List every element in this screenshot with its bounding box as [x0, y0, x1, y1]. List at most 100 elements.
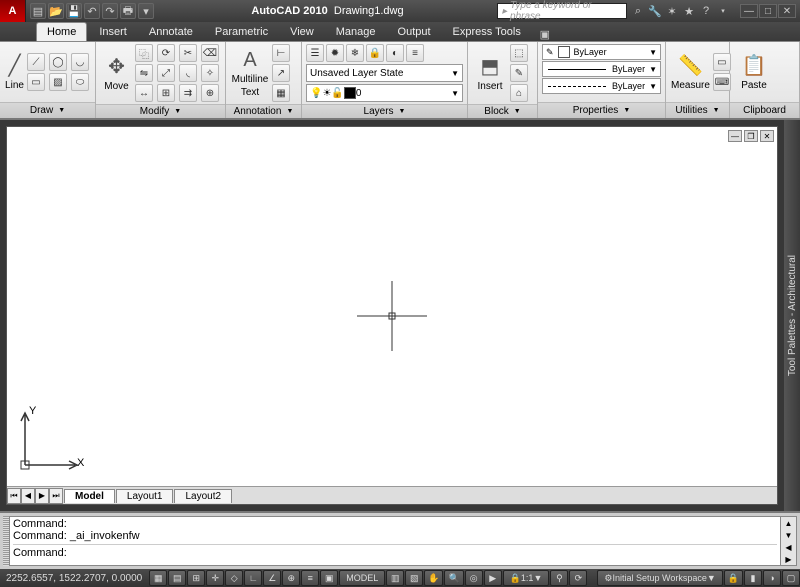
qat-redo-icon[interactable]: ↷ — [102, 3, 118, 19]
layer-off-icon[interactable]: ✹ — [326, 44, 344, 62]
table-icon[interactable]: ▦ — [272, 84, 290, 102]
search-input[interactable]: ▸Type a keyword or phrase — [497, 3, 627, 19]
app-menu-button[interactable]: A — [0, 0, 26, 22]
model-paper-toggle[interactable]: MODEL — [339, 570, 385, 586]
line-button[interactable]: ╱Line — [4, 44, 25, 100]
command-prompt[interactable]: Command: — [13, 544, 777, 559]
qat-open-icon[interactable]: 📂 — [48, 3, 64, 19]
layer-match-icon[interactable]: ≡ — [406, 44, 424, 62]
anno-auto-icon[interactable]: ⟳ — [569, 570, 587, 586]
doc-close-button[interactable]: ✕ — [760, 130, 774, 142]
hatch-icon[interactable]: ▨ — [49, 73, 67, 91]
layout-tab-model[interactable]: Model — [64, 489, 115, 503]
measure-button[interactable]: 📏Measure — [670, 44, 711, 100]
move-button[interactable]: ✥Move — [100, 45, 133, 101]
command-scroll-down[interactable]: ▼ — [781, 529, 796, 541]
snap-toggle[interactable]: ▦ — [149, 570, 167, 586]
layout-first-button[interactable]: ⏮ — [7, 488, 21, 504]
infocenter-icon[interactable]: ⌕ — [631, 4, 645, 18]
quickview-layouts-icon[interactable]: ▥ — [386, 570, 404, 586]
erase-icon[interactable]: ⌫ — [201, 44, 219, 62]
anno-scale-icon[interactable]: 🔒 1:1▼ — [503, 570, 550, 586]
layout-prev-button[interactable]: ◀ — [21, 488, 35, 504]
coordinates-readout[interactable]: 2252.6557, 1522.2707, 0.0000 — [0, 573, 148, 584]
copy-icon[interactable]: ⿻ — [135, 44, 153, 62]
toolbar-lock-icon[interactable]: 🔒 — [724, 570, 743, 586]
calc-icon[interactable]: ⌨ — [713, 73, 731, 91]
tab-parametric[interactable]: Parametric — [205, 23, 278, 41]
qat-print-icon[interactable]: 🖶 — [120, 3, 136, 19]
osnap-toggle[interactable]: ◇ — [225, 570, 243, 586]
join-icon[interactable]: ⊕ — [201, 84, 219, 102]
hardware-accel-icon[interactable]: ▮ — [744, 570, 762, 586]
layout-tab-layout2[interactable]: Layout2 — [174, 489, 232, 503]
panel-modify-title[interactable]: Modify▼ — [96, 104, 225, 118]
tab-express-tools[interactable]: Express Tools — [443, 23, 531, 41]
command-scroll-left[interactable]: ◀ — [781, 541, 796, 553]
help-icon[interactable]: ? — [699, 4, 713, 18]
create-block-icon[interactable]: ⬚ — [510, 44, 528, 62]
tab-overflow-icon[interactable]: ▣ — [537, 27, 553, 41]
insert-button[interactable]: ⬒Insert — [472, 45, 508, 101]
command-text[interactable]: Command: Command: _ai_invokenfw Command: — [9, 516, 781, 566]
steering-wheel-icon[interactable]: ◎ — [465, 570, 483, 586]
lineweight-dropdown[interactable]: ByLayer▼ — [542, 61, 661, 77]
block-attr-icon[interactable]: ⌂ — [510, 84, 528, 102]
qat-save-icon[interactable]: 💾 — [66, 3, 82, 19]
ortho-toggle[interactable]: ⊞ — [187, 570, 205, 586]
tool-palettes-bar[interactable]: Tool Palettes - Architectural — [784, 120, 800, 511]
layer-props-icon[interactable]: ☰ — [306, 44, 324, 62]
rotate-icon[interactable]: ⟳ — [157, 44, 175, 62]
paste-button[interactable]: 📋Paste — [734, 44, 774, 100]
ellipse-icon[interactable]: ⬭ — [71, 73, 89, 91]
qat-new-icon[interactable]: ▤ — [30, 3, 46, 19]
trim-icon[interactable]: ✂ — [179, 44, 197, 62]
ducs-toggle[interactable]: ∠ — [263, 570, 281, 586]
zoom-icon[interactable]: 🔍 — [444, 570, 463, 586]
edit-block-icon[interactable]: ✎ — [510, 64, 528, 82]
anno-visibility-icon[interactable]: ⚲ — [550, 570, 568, 586]
isolate-objects-icon[interactable]: ◑ — [763, 570, 781, 586]
rectangle-icon[interactable]: ▭ — [27, 73, 45, 91]
dimension-icon[interactable]: ⊢ — [272, 44, 290, 62]
drawing-canvas[interactable]: — ❐ ✕ Y X ⏮ ◀ ▶ ⏭ Model — [6, 126, 778, 505]
tab-annotate[interactable]: Annotate — [139, 23, 203, 41]
select-icon[interactable]: ▭ — [713, 53, 731, 71]
minimize-button[interactable]: — — [740, 4, 758, 18]
qat-undo-icon[interactable]: ↶ — [84, 3, 100, 19]
tab-insert[interactable]: Insert — [89, 23, 137, 41]
panel-properties-title[interactable]: Properties▼ — [538, 102, 665, 118]
dyn-toggle[interactable]: ⊕ — [282, 570, 300, 586]
fillet-icon[interactable]: ◟ — [179, 64, 197, 82]
layer-current-dropdown[interactable]: 💡 ☀ 🔓 0▼ — [306, 84, 463, 102]
layer-lock-icon[interactable]: 🔒 — [366, 44, 384, 62]
grid-toggle[interactable]: ▤ — [168, 570, 186, 586]
close-button[interactable]: ✕ — [778, 4, 796, 18]
tab-view[interactable]: View — [280, 23, 324, 41]
offset-icon[interactable]: ⇉ — [179, 84, 197, 102]
leader-icon[interactable]: ↗ — [272, 64, 290, 82]
color-dropdown[interactable]: ✎ByLayer▼ — [542, 44, 661, 60]
command-scroll-up[interactable]: ▲ — [781, 517, 796, 529]
polar-toggle[interactable]: ✛ — [206, 570, 224, 586]
clean-screen-icon[interactable]: ▢ — [782, 570, 800, 586]
doc-minimize-button[interactable]: — — [728, 130, 742, 142]
layer-state-dropdown[interactable]: Unsaved Layer State▼ — [306, 64, 463, 82]
panel-utilities-title[interactable]: Utilities▼ — [666, 102, 729, 118]
panel-clipboard-title[interactable]: Clipboard — [730, 102, 799, 118]
showmotion-icon[interactable]: ▶ — [484, 570, 502, 586]
tab-home[interactable]: Home — [36, 22, 87, 41]
layer-freeze-icon[interactable]: ❄ — [346, 44, 364, 62]
otrack-toggle[interactable]: ∟ — [244, 570, 262, 586]
panel-layers-title[interactable]: Layers▼ — [302, 104, 467, 118]
help-dropdown-icon[interactable]: ▾ — [716, 4, 730, 18]
panel-annotation-title[interactable]: Annotation▼ — [226, 104, 301, 118]
array-icon[interactable]: ⊞ — [157, 84, 175, 102]
panel-block-title[interactable]: Block▼ — [468, 104, 537, 118]
quickview-drawings-icon[interactable]: ▧ — [405, 570, 423, 586]
scale-icon[interactable]: ⤢ — [157, 64, 175, 82]
lwt-toggle[interactable]: ≡ — [301, 570, 319, 586]
tab-manage[interactable]: Manage — [326, 23, 386, 41]
comm-icon[interactable]: ✶ — [665, 4, 679, 18]
linetype-dropdown[interactable]: ByLayer▼ — [542, 78, 661, 94]
